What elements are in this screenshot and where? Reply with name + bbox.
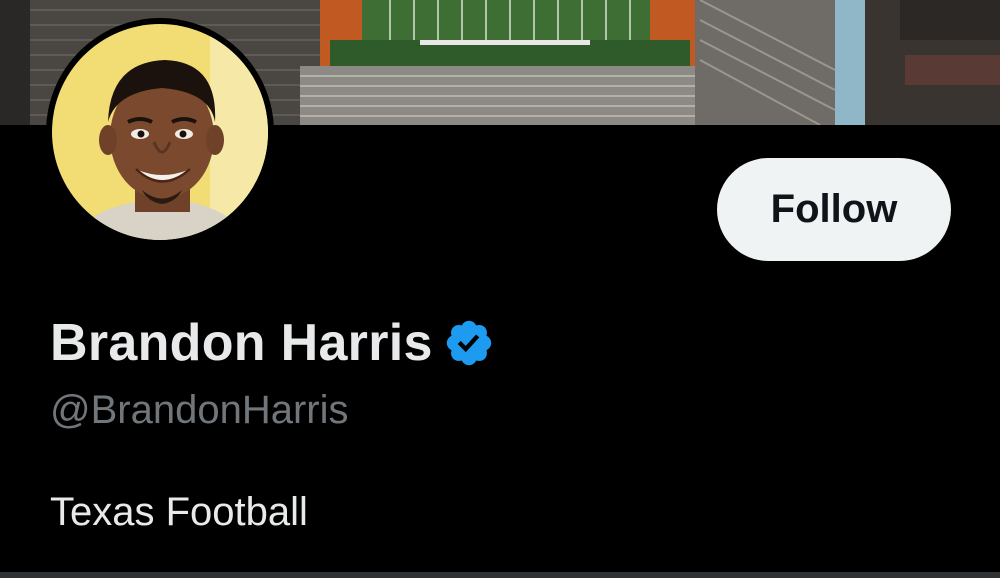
avatar-photo bbox=[52, 24, 268, 240]
follow-button[interactable]: Follow bbox=[717, 158, 951, 261]
profile-bio: Texas Football bbox=[50, 490, 308, 534]
verified-badge-icon[interactable] bbox=[443, 317, 495, 369]
username-handle: @BrandonHarris bbox=[50, 388, 349, 432]
name-row: Brandon Harris bbox=[50, 310, 495, 376]
section-divider bbox=[0, 572, 1000, 578]
display-name: Brandon Harris bbox=[50, 314, 433, 372]
avatar[interactable] bbox=[50, 22, 270, 242]
